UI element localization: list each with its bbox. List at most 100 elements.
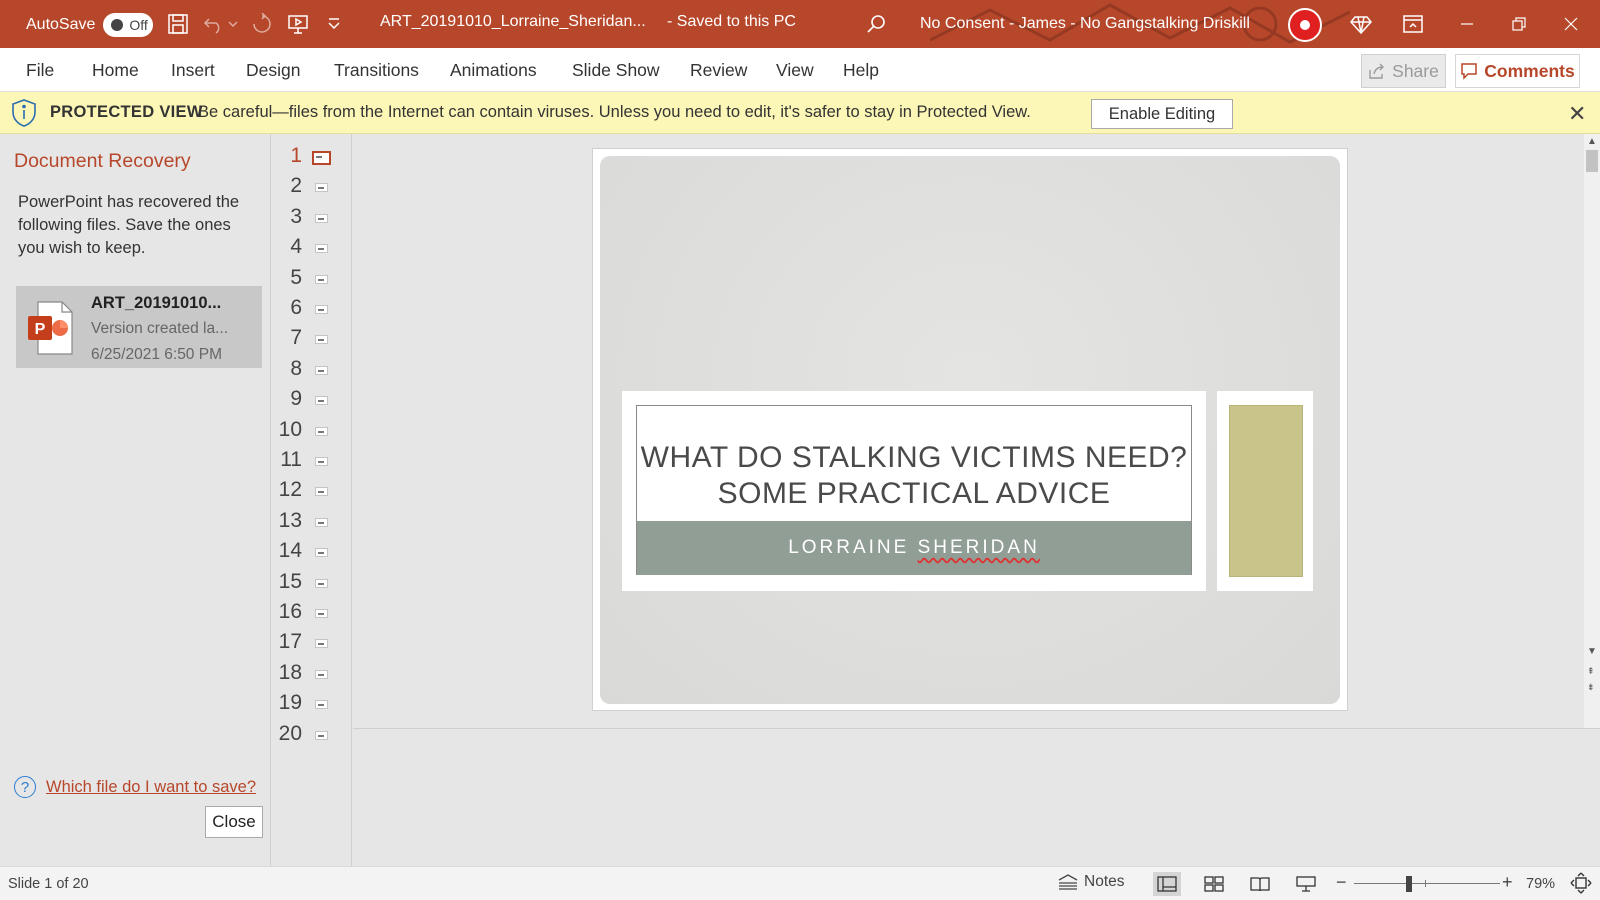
account-name[interactable]: No Consent - James - No Gangstalking Dri… xyxy=(920,15,1250,33)
toggle-knob xyxy=(111,19,124,31)
slide-thumbnail[interactable]: 7 xyxy=(272,326,352,356)
undo-icon[interactable] xyxy=(202,12,226,36)
slide-thumbnail[interactable]: 16 xyxy=(272,600,352,630)
slide-thumbnail[interactable]: 18 xyxy=(272,661,352,691)
zoom-level[interactable]: 79% xyxy=(1526,876,1555,892)
slide-thumbnail[interactable]: 2 xyxy=(272,174,352,204)
slide-sorter-icon[interactable] xyxy=(1200,872,1228,896)
scroll-down-icon[interactable]: ▼ xyxy=(1587,646,1597,657)
document-title[interactable]: ART_20191010_Lorraine_Sheridan... xyxy=(380,13,646,31)
slide-thumbnail[interactable]: 5 xyxy=(272,266,352,296)
powerpoint-file-icon: P xyxy=(28,301,73,355)
recovered-file-item[interactable]: P ART_20191010... Version created la... … xyxy=(16,286,262,368)
slide-thumbnail[interactable]: 15 xyxy=(272,570,352,600)
avatar-ring xyxy=(1296,16,1314,34)
slide-thumbnail-number: 2 xyxy=(290,174,302,198)
slide-thumbnail-number: 7 xyxy=(290,326,302,350)
notes-divider[interactable] xyxy=(353,728,1600,729)
recovery-close-button[interactable]: Close xyxy=(205,806,263,838)
present-from-start-icon[interactable] xyxy=(286,12,310,36)
scroll-thumb[interactable] xyxy=(1586,150,1598,172)
normal-view-icon[interactable] xyxy=(1153,872,1181,896)
slide-show-view-icon[interactable] xyxy=(1292,872,1320,896)
close-icon[interactable]: ✕ xyxy=(1568,101,1586,127)
comment-icon xyxy=(1461,63,1478,80)
title-card: WHAT DO STALKING VICTIMS NEED? SOME PRAC… xyxy=(622,391,1206,591)
slide-thumbnail-image xyxy=(315,426,328,436)
fit-to-window-icon[interactable] xyxy=(1570,872,1592,898)
subtitle-last-name: SHERIDAN xyxy=(917,537,1040,558)
slide-thumbnail[interactable]: 3 xyxy=(272,205,352,235)
autosave-control[interactable]: AutoSave Off xyxy=(26,13,154,37)
slide-thumbnail[interactable]: 12 xyxy=(272,478,352,508)
tab-home[interactable]: Home xyxy=(92,60,139,81)
tab-help[interactable]: Help xyxy=(843,60,879,81)
slide-thumbnail[interactable]: 19 xyxy=(272,691,352,721)
slide-thumbnail-image xyxy=(315,669,328,679)
slide-thumbnail[interactable]: 1 xyxy=(272,144,352,174)
autosave-toggle[interactable]: Off xyxy=(103,13,154,37)
tab-design[interactable]: Design xyxy=(246,60,300,81)
slide-thumbnail[interactable]: 9 xyxy=(272,387,352,417)
diamond-icon[interactable] xyxy=(1349,12,1373,36)
tab-view[interactable]: View xyxy=(776,60,814,81)
next-slide-icon[interactable]: ⇟ xyxy=(1587,682,1595,693)
slide-thumbnail-image xyxy=(315,578,328,588)
tab-insert[interactable]: Insert xyxy=(171,60,215,81)
slide-thumbnail[interactable]: 20 xyxy=(272,722,352,752)
zoom-in-icon[interactable]: + xyxy=(1502,872,1513,893)
slide-thumbnail[interactable]: 4 xyxy=(272,235,352,265)
slide-thumbnail[interactable]: 11 xyxy=(272,448,352,478)
minimize-icon[interactable] xyxy=(1443,0,1491,48)
protected-view-label: PROTECTED VIEW xyxy=(50,103,203,121)
zoom-slider-knob[interactable] xyxy=(1406,876,1412,892)
subtitle-band: LORRAINE SHERIDAN xyxy=(637,521,1191,575)
accent-block xyxy=(1229,405,1303,577)
zoom-slider[interactable] xyxy=(1354,883,1500,884)
slide-thumbnail-number: 19 xyxy=(278,691,302,715)
reading-view-icon[interactable] xyxy=(1246,872,1274,896)
slide-thumbnail-number: 18 xyxy=(278,660,302,684)
save-icon[interactable] xyxy=(166,12,190,36)
slide-thumbnail-image xyxy=(315,548,328,558)
title-bar: AutoSave Off ART_20191010_Lorraine_Sheri… xyxy=(0,0,1600,48)
undo-dropdown-icon[interactable] xyxy=(226,12,240,36)
vertical-scrollbar[interactable]: ▲ ▼ ⇞ ⇟ xyxy=(1584,134,1600,728)
title-placeholder[interactable]: WHAT DO STALKING VICTIMS NEED? SOME PRAC… xyxy=(636,405,1192,575)
slide-thumbnail-number: 6 xyxy=(290,296,302,319)
customize-toolbar-icon[interactable] xyxy=(322,12,346,36)
zoom-out-icon[interactable]: − xyxy=(1336,872,1347,893)
scroll-up-icon[interactable]: ▲ xyxy=(1587,136,1597,147)
tab-file[interactable]: File xyxy=(26,60,54,81)
slide-thumbnail[interactable]: 17 xyxy=(272,630,352,660)
close-window-icon[interactable] xyxy=(1547,0,1595,48)
redo-icon[interactable] xyxy=(250,12,274,36)
enable-editing-button[interactable]: Enable Editing xyxy=(1091,99,1233,129)
slide-thumbnail-image xyxy=(315,365,328,375)
slide-canvas[interactable]: WHAT DO STALKING VICTIMS NEED? SOME PRAC… xyxy=(592,148,1348,711)
restore-icon[interactable] xyxy=(1495,0,1543,48)
accent-card xyxy=(1217,391,1313,591)
which-file-help-link[interactable]: Which file do I want to save? xyxy=(46,778,256,797)
tab-transitions[interactable]: Transitions xyxy=(334,60,419,81)
slide-thumbnail[interactable]: 14 xyxy=(272,539,352,569)
tab-review[interactable]: Review xyxy=(690,60,747,81)
slide-thumbnail[interactable]: 10 xyxy=(272,418,352,448)
slide-thumbnail-image xyxy=(315,305,328,314)
share-button[interactable]: Share xyxy=(1361,54,1446,88)
slide-thumbnail-image xyxy=(315,639,328,649)
slide-thumbnail-image xyxy=(315,487,328,497)
avatar[interactable] xyxy=(1288,8,1322,42)
slide-thumbnail-number: 9 xyxy=(290,387,302,411)
slide-thumbnail[interactable]: 13 xyxy=(272,509,352,539)
tab-animations[interactable]: Animations xyxy=(450,60,537,81)
slide-thumbnail[interactable]: 8 xyxy=(272,357,352,387)
slide-thumbnail[interactable]: 6 xyxy=(272,296,352,326)
ribbon-display-options-icon[interactable] xyxy=(1401,12,1425,36)
tab-slide-show[interactable]: Slide Show xyxy=(572,60,660,81)
slide-thumbnail-image xyxy=(315,730,328,740)
previous-slide-icon[interactable]: ⇞ xyxy=(1587,666,1595,677)
comments-button[interactable]: Comments xyxy=(1455,54,1580,88)
notes-button[interactable]: Notes xyxy=(1058,873,1125,891)
search-icon[interactable] xyxy=(864,12,888,36)
